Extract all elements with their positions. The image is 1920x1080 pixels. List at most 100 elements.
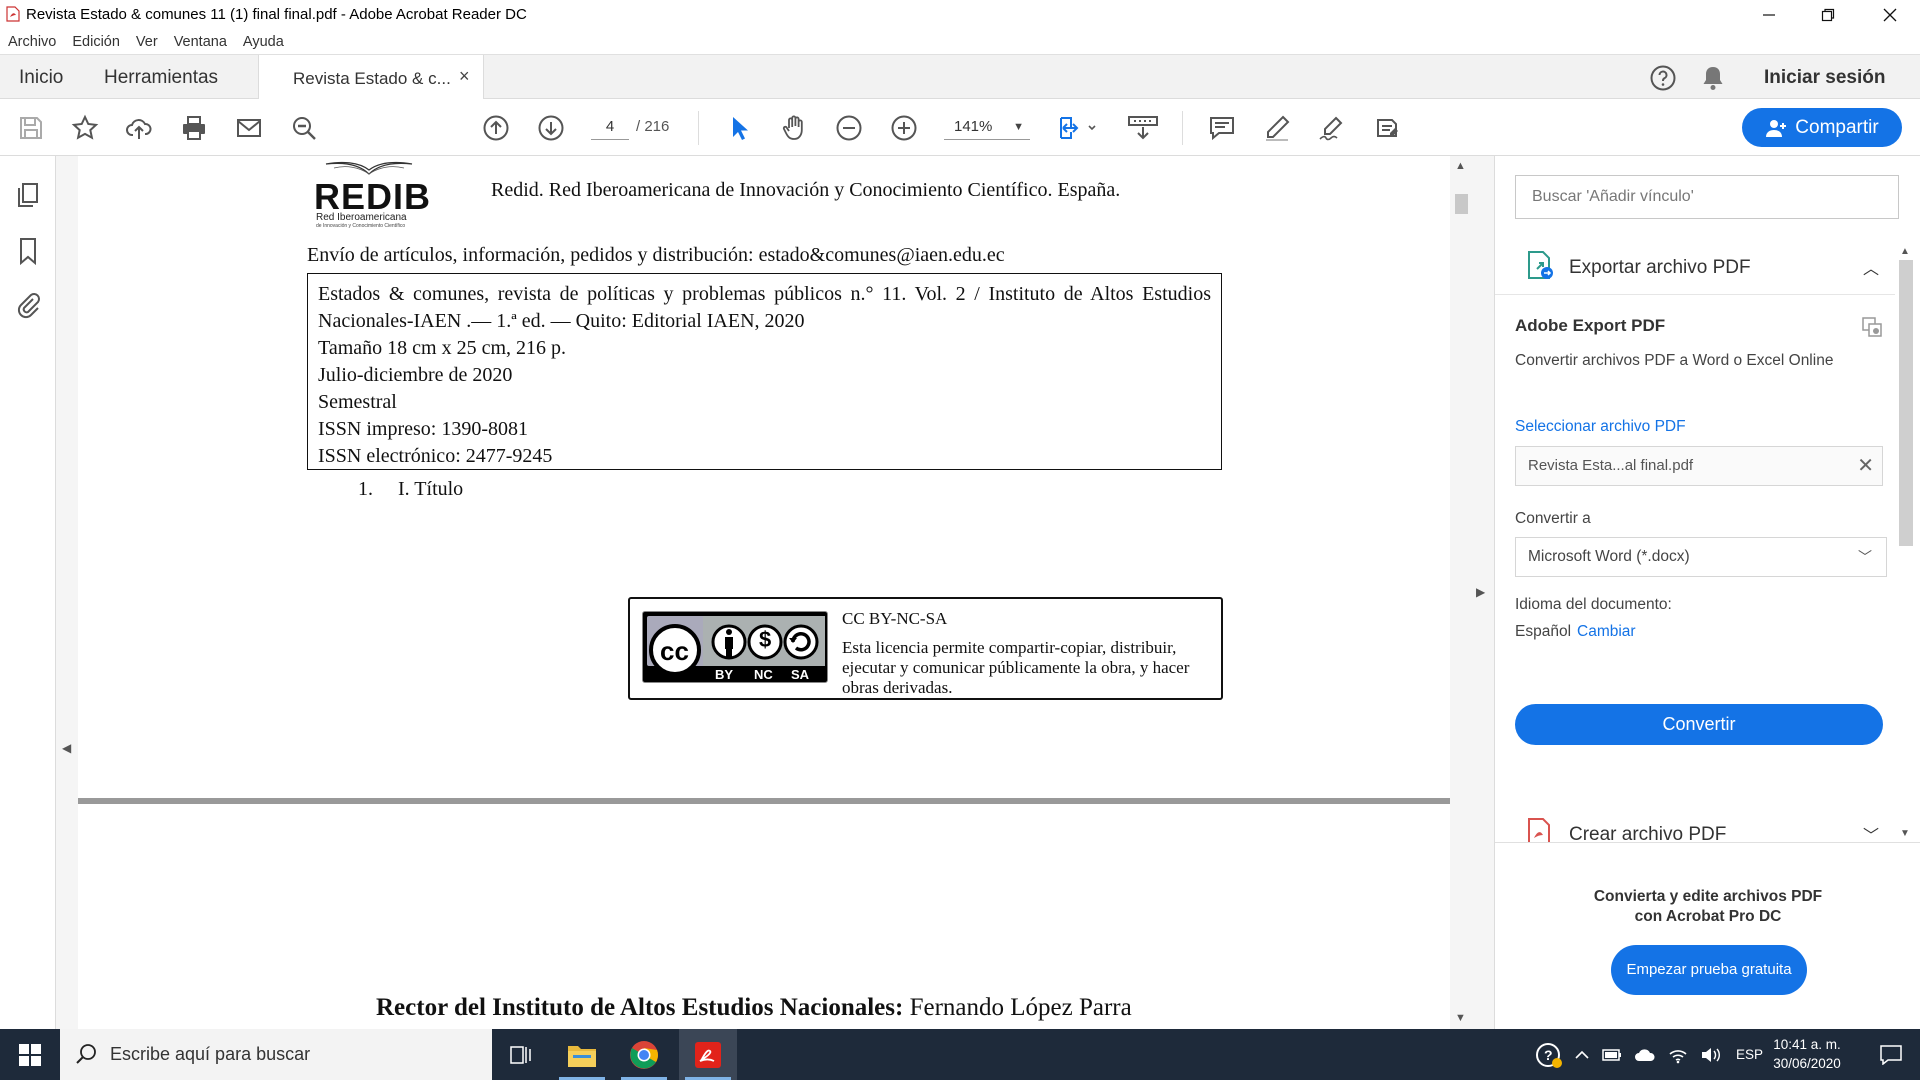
document-scrollbar[interactable]: ▲ ▼	[1450, 156, 1472, 1029]
convert-button[interactable]: Convertir	[1515, 704, 1883, 745]
zoom-in-button[interactable]	[889, 113, 919, 143]
page-number-input[interactable]: 4	[591, 114, 629, 140]
menu-edicion[interactable]: Edición	[72, 34, 120, 50]
onedrive-cloud-icon[interactable]	[1634, 1048, 1656, 1062]
find-button[interactable]	[289, 113, 319, 143]
sign-button[interactable]	[1317, 113, 1347, 143]
create-pdf-icon	[1528, 818, 1550, 842]
tab-document[interactable]: Revista Estado & c... ×	[258, 55, 484, 100]
save-button[interactable]	[16, 113, 46, 143]
hand-tool-button[interactable]	[779, 113, 809, 143]
help-tips-icon[interactable]: ?	[1534, 1040, 1564, 1070]
change-language-link[interactable]: Cambiar	[1577, 623, 1636, 640]
notifications-bell-icon[interactable]	[1700, 64, 1726, 92]
adobe-export-title: Adobe Export PDF	[1515, 316, 1666, 335]
help-icon[interactable]	[1649, 64, 1677, 92]
fit-page-button[interactable]	[1057, 113, 1101, 143]
promo-text: Convierta y edite archivos PDF con Acrob…	[1495, 887, 1920, 927]
volume-icon[interactable]	[1700, 1046, 1722, 1064]
start-button[interactable]	[0, 1029, 60, 1080]
input-language-indicator[interactable]: ESP	[1736, 1047, 1763, 1062]
scroll-mode-button[interactable]	[1126, 113, 1160, 143]
info-line: Julio-diciembre de 2020	[318, 364, 513, 386]
file-explorer-button[interactable]	[553, 1029, 611, 1080]
more-tools-button[interactable]	[1372, 113, 1402, 143]
chevron-down-icon[interactable]: ﹀	[1863, 822, 1879, 842]
cc-badge-cc: cc	[660, 636, 689, 666]
clear-file-icon[interactable]: ✕	[1857, 447, 1874, 485]
select-pdf-link[interactable]: Seleccionar archivo PDF	[1515, 418, 1686, 436]
next-page-button[interactable]	[536, 113, 566, 143]
collapse-right-panel-arrow-icon[interactable]: ▶	[1476, 585, 1485, 599]
taskbar-search-box[interactable]: Escribe aquí para buscar	[60, 1029, 492, 1080]
chevron-down-icon: ﹀	[1858, 549, 1872, 565]
title-bar: Revista Estado & comunes 11 (1) final fi…	[0, 0, 1920, 29]
scrollbar-thumb[interactable]	[1455, 194, 1468, 214]
scroll-down-arrow-icon[interactable]: ▼	[1900, 828, 1910, 839]
wifi-icon[interactable]	[1668, 1046, 1688, 1064]
tools-icon	[1377, 119, 1398, 137]
close-window-button[interactable]	[1862, 0, 1918, 29]
bookmark-star-button[interactable]	[70, 113, 100, 143]
panel-search-input[interactable]: Buscar 'Añadir vínculo'	[1515, 175, 1899, 219]
menu-ver[interactable]: Ver	[136, 34, 158, 50]
chevron-up-icon[interactable]	[1574, 1049, 1590, 1061]
rector-label: Rector del Instituto de Altos Estudios N…	[376, 994, 904, 1021]
upload-cloud-button[interactable]	[124, 113, 154, 143]
free-trial-button[interactable]: Empezar prueba gratuita	[1611, 945, 1807, 995]
select-tool-button[interactable]	[724, 113, 754, 143]
tab-close-button[interactable]: ×	[459, 66, 470, 87]
comment-button[interactable]	[1207, 113, 1237, 143]
print-button[interactable]	[179, 113, 209, 143]
action-center-button[interactable]	[1866, 1029, 1916, 1080]
zoom-level-value: 141%	[954, 118, 993, 135]
previous-page-button[interactable]	[481, 113, 511, 143]
sign-in-link[interactable]: Iniciar sesión	[1764, 67, 1885, 89]
share-button[interactable]: Compartir	[1742, 108, 1902, 147]
highlight-button[interactable]	[1262, 113, 1292, 143]
menu-ventana[interactable]: Ventana	[174, 34, 227, 50]
panel-scrollbar-thumb[interactable]	[1899, 260, 1913, 546]
tab-document-label: Revista Estado & c...	[293, 69, 451, 88]
attachments-paperclip-icon[interactable]	[13, 290, 43, 320]
convert-format-select[interactable]: Microsoft Word (*.docx) ﹀	[1515, 537, 1887, 577]
battery-icon[interactable]	[1602, 1048, 1622, 1062]
tab-inicio[interactable]: Inicio	[19, 67, 63, 89]
save-icon	[20, 117, 42, 139]
star-icon	[71, 114, 99, 140]
email-button[interactable]	[234, 113, 264, 143]
info-list-item: 1. I. Título	[318, 476, 1211, 503]
minimize-button[interactable]	[1741, 0, 1797, 29]
selected-file-name: Revista Esta...al final.pdf	[1528, 457, 1694, 474]
selected-file-field[interactable]: Revista Esta...al final.pdf ✕	[1515, 446, 1883, 486]
comment-icon	[1210, 117, 1234, 141]
copy-files-icon[interactable]	[1861, 316, 1883, 338]
list-number: 1.	[358, 478, 373, 500]
document-viewer[interactable]: REDIB Red Iberoamericana de Innovación y…	[56, 156, 1494, 1029]
export-pdf-section-header[interactable]: Exportar archivo PDF ︿	[1495, 239, 1895, 295]
hand-icon	[782, 115, 803, 140]
scroll-up-arrow-icon[interactable]: ▲	[1455, 160, 1466, 172]
scroll-up-arrow-icon[interactable]: ▲	[1900, 246, 1910, 257]
zoom-out-button[interactable]	[834, 113, 864, 143]
page-thumbnails-icon[interactable]	[13, 180, 43, 210]
doc-language-row: Español Cambiar	[1515, 623, 1636, 641]
zoom-level-dropdown[interactable]: 141% ▼	[944, 114, 1030, 140]
rector-line: Rector del Instituto de Altos Estudios N…	[376, 994, 1132, 1022]
restore-button[interactable]	[1800, 0, 1856, 29]
scroll-down-arrow-icon[interactable]: ▼	[1455, 1012, 1466, 1024]
fit-width-icon	[1060, 117, 1096, 139]
add-user-icon	[1766, 119, 1787, 137]
tab-herramientas[interactable]: Herramientas	[104, 67, 218, 89]
collapse-left-panel-arrow-icon[interactable]: ◀	[62, 741, 71, 755]
taskbar-search-placeholder: Escribe aquí para buscar	[110, 1044, 311, 1064]
menu-ayuda[interactable]: Ayuda	[243, 34, 284, 50]
chrome-button[interactable]	[615, 1029, 673, 1080]
bookmarks-icon[interactable]	[13, 236, 43, 266]
task-view-button[interactable]	[492, 1029, 550, 1080]
create-pdf-section-header[interactable]: Crear archivo PDF ﹀	[1495, 806, 1895, 842]
taskbar-clock[interactable]: 10:41 a. m. 30/06/2020	[1762, 1035, 1852, 1073]
menu-archivo[interactable]: Archivo	[8, 34, 56, 50]
chevron-up-icon[interactable]: ︿	[1863, 255, 1879, 279]
acrobat-reader-button[interactable]	[679, 1029, 737, 1080]
